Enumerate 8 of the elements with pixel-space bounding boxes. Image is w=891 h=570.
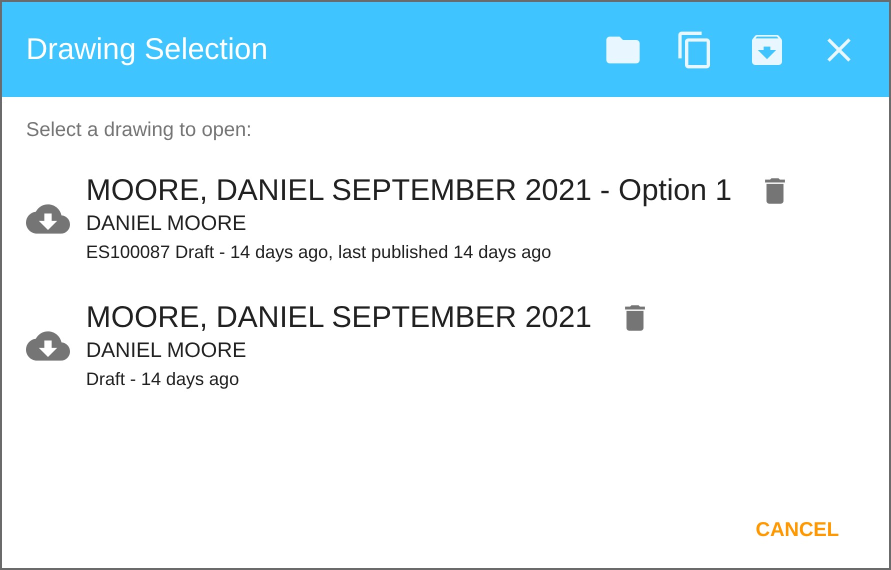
- drawing-status: Draft - 14 days ago: [86, 369, 240, 390]
- prompt-text: Select a drawing to open:: [26, 119, 253, 142]
- drawing-status: ES100087 Draft - 14 days ago, last published 14 days ago: [86, 242, 552, 263]
- drawing-title[interactable]: MOORE, DANIEL SEPTEMBER 2021: [86, 301, 592, 335]
- drawing-owner: DANIEL MOORE: [86, 212, 248, 236]
- drawing-owner: DANIEL MOORE: [86, 339, 248, 363]
- dialog-title: Drawing Selection: [26, 32, 269, 66]
- drawing-title[interactable]: MOORE, DANIEL SEPTEMBER 2021 - Option 1: [86, 174, 732, 208]
